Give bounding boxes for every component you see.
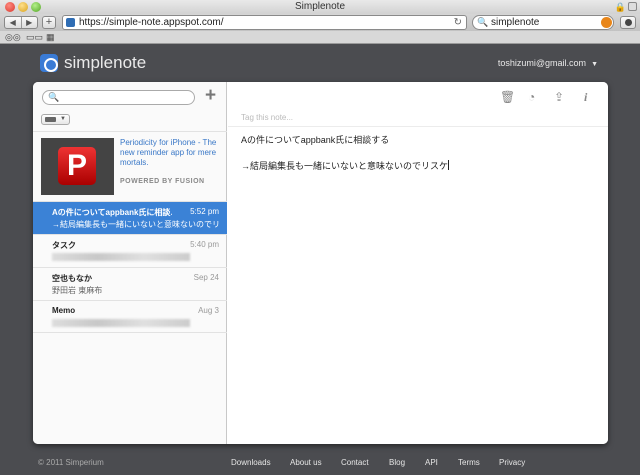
search-icon: 🔍 bbox=[477, 17, 489, 27]
forward-icon[interactable]: ▶ bbox=[22, 17, 38, 28]
navigation-buttons: ◀ ▶ bbox=[4, 16, 38, 29]
note-date: 5:40 pm bbox=[190, 240, 219, 249]
note-title: タスク bbox=[52, 241, 76, 250]
page-footer: © 2011 Simperium Downloads About us Cont… bbox=[0, 444, 640, 475]
back-icon[interactable]: ◀ bbox=[5, 17, 22, 28]
address-bar[interactable]: https://simple-note.appspot.com/ ↻ bbox=[62, 15, 467, 30]
note-preview: 野田岩 東麻布 bbox=[52, 286, 103, 295]
notes-app-panel: 🔍 + ▼ P Periodicity for iPhone - The new… bbox=[33, 82, 608, 444]
browser-toolbar: ◀ ▶ + https://simple-note.appspot.com/ ↻… bbox=[0, 14, 640, 31]
app-header: simplenote toshizumi@gmail.com ▼ bbox=[0, 44, 640, 82]
ad-logo: P bbox=[58, 147, 96, 185]
note-list-item[interactable]: 空也もなか Sep 24 野田岩 東麻布 bbox=[33, 267, 227, 300]
history-icon[interactable]: ◔ bbox=[528, 90, 535, 104]
note-list-item[interactable]: Aの件についてappbank氏に相談… 5:52 pm →結局編集長も一緒にいな… bbox=[33, 201, 227, 234]
search-icon: 🔍 bbox=[48, 92, 60, 102]
window-title: Simplenote bbox=[294, 1, 346, 12]
site-favicon bbox=[66, 18, 75, 27]
note-text-area[interactable]: Aの件についてappbank氏に相談する →結局編集長も一緒にいないと意味ないの… bbox=[241, 134, 591, 173]
simplenote-logo-icon bbox=[40, 54, 58, 72]
footer-link-downloads[interactable]: Downloads bbox=[231, 458, 271, 467]
top-sites-grid-icon[interactable]: ▦ bbox=[46, 31, 55, 43]
note-preview-obscured bbox=[52, 319, 190, 327]
downloads-button[interactable] bbox=[620, 16, 636, 29]
note-line: →結局編集長も一緒にいないと意味ないのでリスケ bbox=[241, 161, 449, 171]
note-date: Sep 24 bbox=[193, 273, 219, 282]
note-title: 空也もなか bbox=[52, 274, 92, 283]
ad-powered-by: POWERED BY FUSION bbox=[120, 178, 205, 185]
chevron-down-icon: ▼ bbox=[60, 116, 66, 122]
window-titlebar: Simplenote 🔒 bbox=[0, 0, 640, 14]
note-list-item[interactable]: Memo Aug 3 bbox=[33, 300, 227, 333]
trash-icon[interactable]: 🗑 bbox=[500, 90, 515, 104]
minimize-window-button[interactable] bbox=[18, 2, 28, 12]
editor-toolbar: 🗑 ◔ ⇪ i bbox=[228, 82, 608, 112]
lock-icon: 🔒 bbox=[614, 2, 626, 12]
account-menu[interactable]: toshizumi@gmail.com ▼ bbox=[498, 58, 598, 68]
bookmarks-book-icon[interactable]: ▭▭ bbox=[26, 31, 43, 43]
note-preview: →結局編集長も一緒にいないと意味ないのでリスケ bbox=[52, 220, 220, 229]
zoom-window-button[interactable] bbox=[31, 2, 41, 12]
note-title: Memo bbox=[52, 306, 76, 315]
chevron-down-icon: ▼ bbox=[591, 61, 598, 68]
tag-bar: Tag this note... bbox=[228, 112, 608, 127]
tag-icon bbox=[45, 117, 56, 122]
footer-link-privacy[interactable]: Privacy bbox=[499, 458, 525, 467]
footer-link-blog[interactable]: Blog bbox=[389, 458, 405, 467]
reload-icon[interactable]: ↻ bbox=[454, 16, 462, 29]
text-cursor bbox=[448, 160, 450, 170]
new-note-button[interactable]: + bbox=[205, 85, 216, 107]
account-email: toshizumi@gmail.com bbox=[497, 58, 587, 68]
url-text: https://simple-note.appspot.com/ bbox=[79, 17, 224, 28]
app-logo-text: simplenote bbox=[64, 53, 147, 72]
sponsored-ad[interactable]: P Periodicity for iPhone - The new remin… bbox=[33, 131, 227, 201]
reading-list-icon[interactable]: ◎◎ bbox=[5, 31, 21, 43]
ad-app-image: P bbox=[41, 138, 114, 195]
copyright-text: © 2011 Simperium bbox=[38, 458, 104, 467]
browser-search-field[interactable]: 🔍 simplenote bbox=[472, 15, 614, 30]
note-preview-obscured bbox=[52, 253, 190, 261]
note-line-with-cursor: →結局編集長も一緒にいないと意味ないのでリスケ bbox=[241, 160, 591, 173]
tag-input[interactable]: Tag this note... bbox=[241, 113, 293, 122]
search-query-text: simplenote bbox=[491, 17, 540, 28]
info-icon[interactable]: i bbox=[584, 90, 587, 105]
search-engine-icon[interactable] bbox=[601, 17, 612, 28]
share-icon[interactable]: ⇪ bbox=[554, 90, 564, 104]
bookmarks-bar: ◎◎ ▭▭ ▦ bbox=[0, 31, 640, 44]
note-editor: 🗑 ◔ ⇪ i Tag this note... Aの件についてappbank氏… bbox=[228, 82, 608, 444]
add-bookmark-button[interactable]: + bbox=[42, 16, 56, 29]
note-date: Aug 3 bbox=[198, 306, 219, 315]
footer-link-terms[interactable]: Terms bbox=[458, 458, 480, 467]
footer-link-about[interactable]: About us bbox=[290, 458, 322, 467]
note-date: 5:52 pm bbox=[190, 207, 219, 216]
notes-sidebar: 🔍 + ▼ P Periodicity for iPhone - The new… bbox=[33, 82, 227, 444]
tag-filter-dropdown[interactable]: ▼ bbox=[41, 114, 70, 125]
note-list-item[interactable]: タスク 5:40 pm bbox=[33, 234, 227, 267]
footer-link-api[interactable]: API bbox=[425, 458, 438, 467]
note-line: Aの件についてappbank氏に相談する bbox=[241, 135, 390, 145]
notes-search-input[interactable]: 🔍 bbox=[42, 90, 195, 105]
ad-text[interactable]: Periodicity for iPhone - The new reminde… bbox=[120, 138, 222, 168]
close-window-button[interactable] bbox=[5, 2, 15, 12]
note-title: Aの件についてappbank氏に相談… bbox=[52, 208, 172, 217]
toolbar-toggle-button[interactable] bbox=[628, 2, 637, 11]
footer-link-contact[interactable]: Contact bbox=[341, 458, 369, 467]
note-line bbox=[241, 147, 591, 160]
